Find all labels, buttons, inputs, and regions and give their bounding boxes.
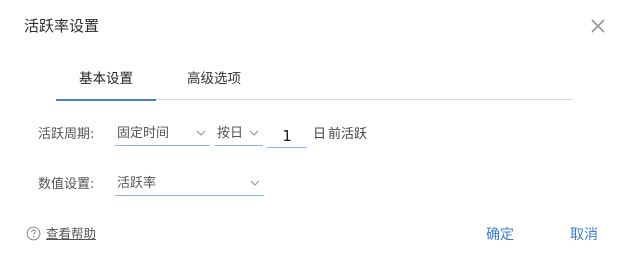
period-count-input[interactable] (267, 124, 307, 148)
period-type-select[interactable]: 固定时间 (115, 124, 210, 146)
period-suffix-text: 前活跃 (328, 127, 368, 142)
help-text: 查看帮助 (46, 226, 97, 241)
question-circle-icon (26, 226, 41, 241)
activity-rate-dialog: 活跃率设置 基本设置 高级选项 活跃周期: 固定时间 按日 日 前活跃 数值设置… (0, 0, 630, 260)
period-label: 活跃周期: (38, 127, 95, 142)
tab-bar: 基本设置 高级选项 (56, 60, 573, 101)
cancel-button[interactable]: 取消 (570, 225, 598, 245)
chevron-down-icon (249, 130, 259, 136)
metric-select[interactable]: 活跃率 (115, 174, 264, 196)
metric-value: 活跃率 (117, 176, 157, 191)
period-unit-value: 按日 (217, 126, 244, 141)
metric-label: 数值设置: (38, 177, 95, 192)
close-button[interactable] (588, 16, 608, 36)
tab-basic-settings[interactable]: 基本设置 (56, 60, 156, 101)
confirm-button[interactable]: 确定 (486, 225, 514, 245)
period-unit-select[interactable]: 按日 (215, 124, 263, 146)
period-type-value: 固定时间 (117, 126, 170, 141)
tab-advanced-options[interactable]: 高级选项 (172, 60, 256, 100)
close-icon (591, 19, 605, 33)
period-unit-suffix: 日 (313, 127, 327, 142)
dialog-title: 活跃率设置 (24, 17, 100, 35)
chevron-down-icon (250, 180, 260, 186)
chevron-down-icon (196, 130, 206, 136)
